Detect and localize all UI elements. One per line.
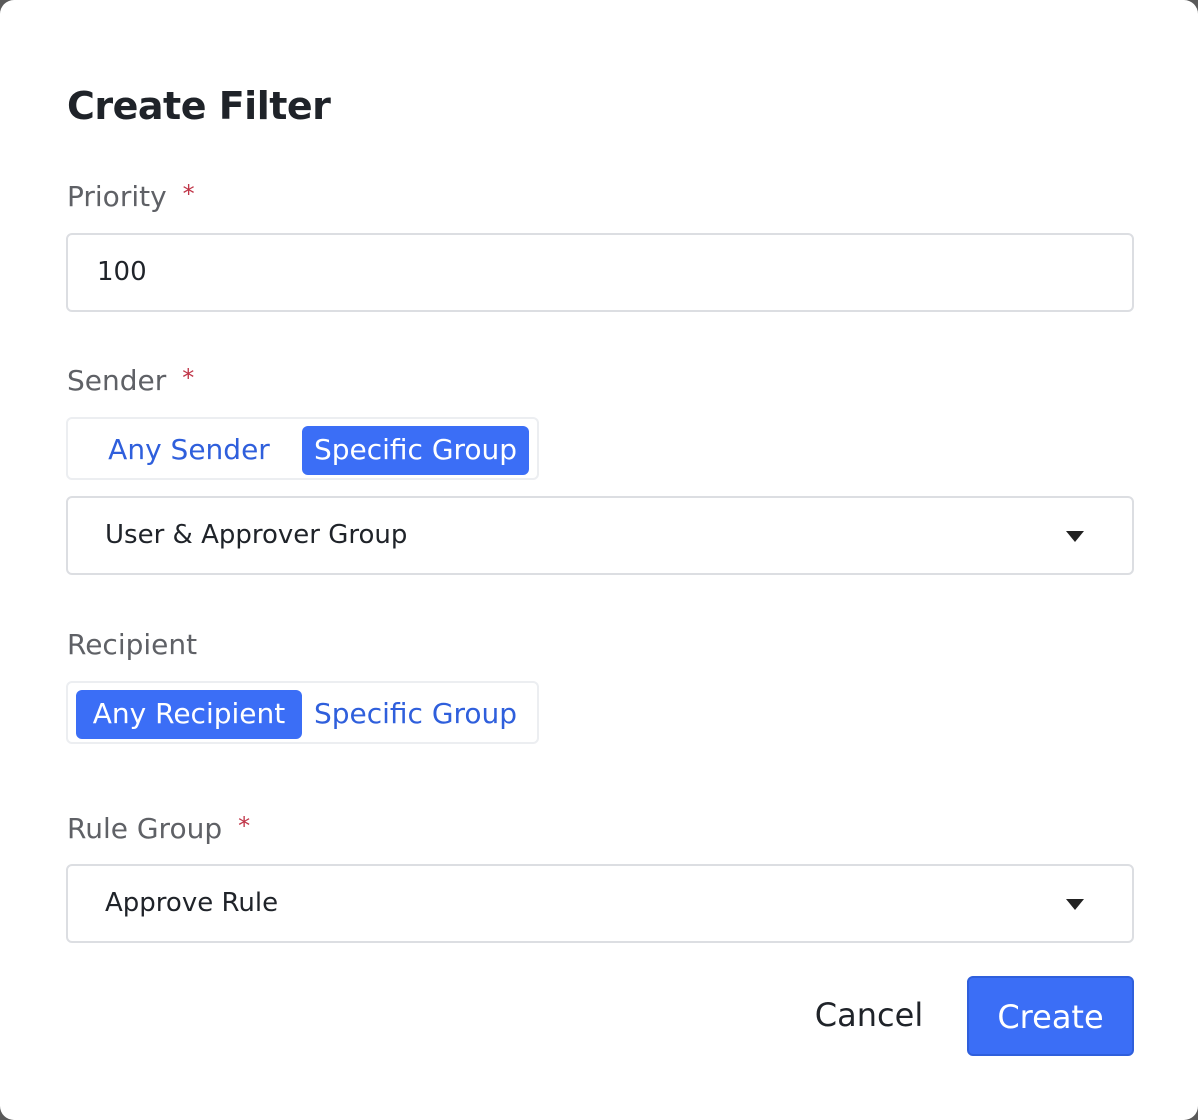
required-mark: * [182, 180, 195, 208]
caret-down-icon [1066, 531, 1084, 542]
priority-label-text: Priority [67, 180, 167, 213]
recipient-label-text: Recipient [67, 628, 198, 661]
priority-label: Priority * [67, 180, 195, 215]
create-button[interactable]: Create [967, 976, 1134, 1056]
sender-option-specific-group[interactable]: Specific Group [302, 426, 529, 475]
sender-group-value: User & Approver Group [105, 520, 408, 550]
create-filter-dialog: Create Filter Priority * 100 Sender * Any … [0, 0, 1198, 1120]
recipient-option-any[interactable]: Any Recipient [76, 690, 302, 739]
rule-group-select[interactable]: Approve Rule [66, 864, 1134, 943]
required-mark: * [182, 364, 195, 392]
recipient-toggle: Any Recipient Specific Group [66, 681, 539, 744]
caret-down-icon [1066, 899, 1084, 910]
rule-group-label-text: Rule Group [67, 812, 223, 845]
sender-label-text: Sender [67, 364, 167, 397]
recipient-label: Recipient [67, 628, 197, 662]
sender-option-any[interactable]: Any Sender [76, 426, 302, 475]
required-mark: * [238, 812, 251, 840]
rule-group-label: Rule Group * [67, 812, 250, 847]
sender-group-select[interactable]: User & Approver Group [66, 496, 1134, 575]
dialog-title: Create Filter [67, 84, 331, 128]
cancel-button[interactable]: Cancel [796, 976, 942, 1056]
priority-input-value: 100 [97, 257, 147, 287]
sender-label: Sender * [67, 364, 194, 399]
sender-toggle: Any Sender Specific Group [66, 417, 539, 480]
recipient-option-specific-group[interactable]: Specific Group [302, 690, 529, 739]
rule-group-value: Approve Rule [105, 888, 279, 918]
priority-input[interactable]: 100 [66, 233, 1134, 312]
